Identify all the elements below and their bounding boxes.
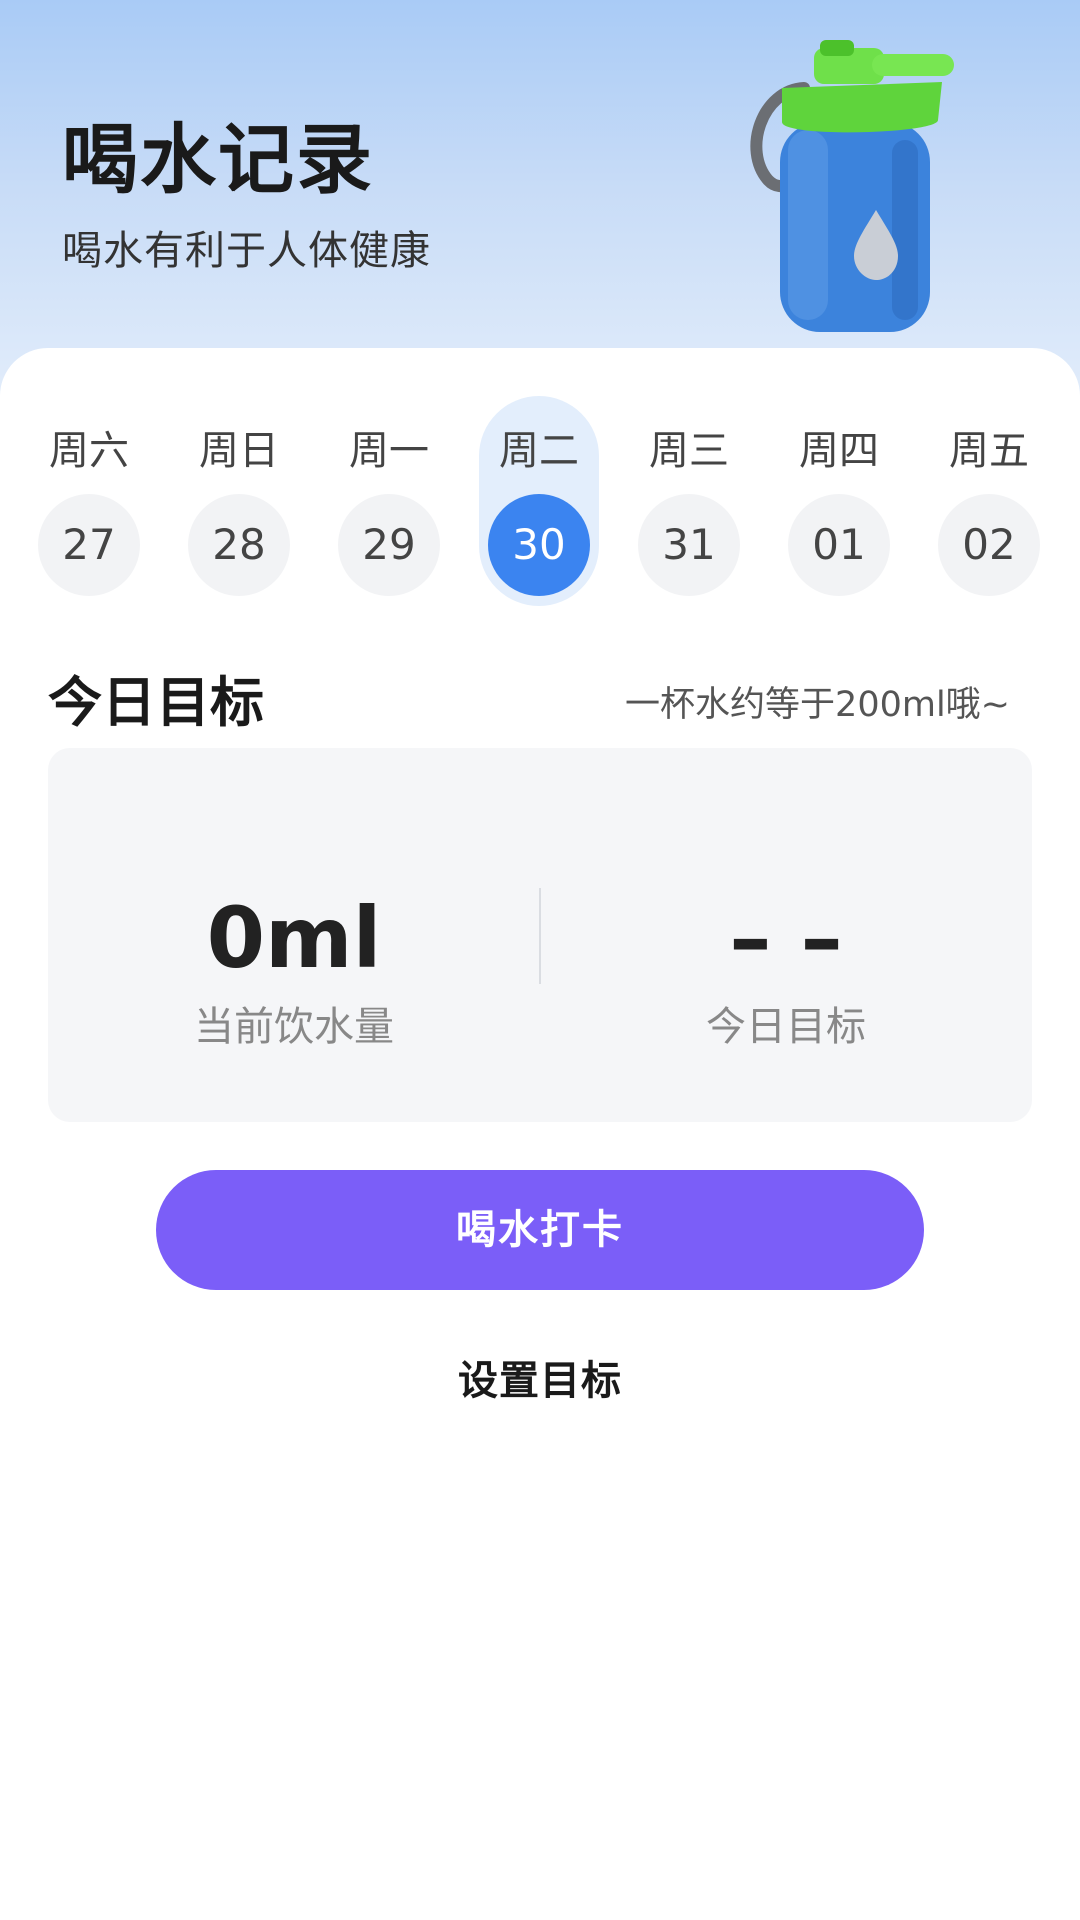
day-label: 周一 bbox=[349, 428, 429, 474]
day-date: 30 bbox=[488, 494, 590, 596]
day-date: 28 bbox=[188, 494, 290, 596]
day-date: 29 bbox=[338, 494, 440, 596]
day-item-sun[interactable]: 周日 28 bbox=[174, 396, 304, 606]
set-goal-button[interactable]: 设置目标 bbox=[340, 1348, 740, 1406]
week-selector: 周六 27 周日 28 周一 29 周二 30 周三 31 周四 01 周五 0… bbox=[0, 396, 1080, 616]
day-label: 周日 bbox=[199, 428, 279, 474]
day-item-wed[interactable]: 周三 31 bbox=[624, 396, 754, 606]
day-item-mon[interactable]: 周一 29 bbox=[324, 396, 454, 606]
daily-target-value: – – bbox=[729, 889, 843, 987]
goal-section-title: 今日目标 bbox=[48, 671, 264, 734]
water-bottle-icon bbox=[750, 40, 954, 332]
page-subtitle: 喝水有利于人体健康 bbox=[62, 228, 431, 274]
day-item-sat[interactable]: 周六 27 bbox=[24, 396, 154, 606]
daily-target-label: 今日目标 bbox=[706, 1004, 866, 1050]
current-intake-stat: 0ml 当前饮水量 bbox=[48, 888, 540, 1052]
day-date: 02 bbox=[938, 494, 1040, 596]
day-label: 周四 bbox=[799, 428, 879, 474]
day-date: 27 bbox=[38, 494, 140, 596]
page-title: 喝水记录 bbox=[62, 115, 374, 204]
day-date: 31 bbox=[638, 494, 740, 596]
day-date: 01 bbox=[788, 494, 890, 596]
day-item-tue-selected[interactable]: 周二 30 bbox=[474, 396, 604, 606]
day-item-fri[interactable]: 周五 02 bbox=[924, 396, 1054, 606]
day-label: 周五 bbox=[949, 428, 1029, 474]
intake-stats-panel: 0ml 当前饮水量 – – 今日目标 bbox=[48, 748, 1032, 1122]
day-label: 周六 bbox=[49, 428, 129, 474]
day-label: 周二 bbox=[499, 428, 579, 474]
day-item-thu[interactable]: 周四 01 bbox=[774, 396, 904, 606]
day-label: 周三 bbox=[649, 428, 729, 474]
content-card: 周六 27 周日 28 周一 29 周二 30 周三 31 周四 01 周五 0… bbox=[0, 348, 1080, 1920]
current-intake-value: 0ml bbox=[206, 889, 382, 987]
drink-checkin-button[interactable]: 喝水打卡 bbox=[156, 1170, 924, 1290]
goal-hint: 一杯水约等于200ml哦~ bbox=[625, 685, 1010, 725]
daily-target-stat: – – 今日目标 bbox=[540, 888, 1032, 1052]
current-intake-label: 当前饮水量 bbox=[194, 1004, 394, 1050]
